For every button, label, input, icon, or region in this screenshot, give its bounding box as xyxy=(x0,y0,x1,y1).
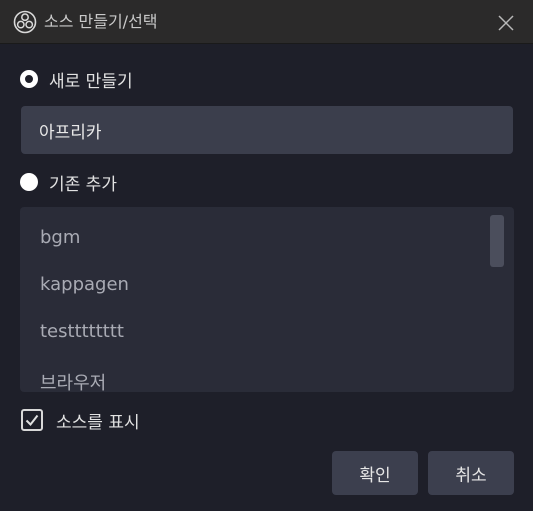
source-name-input[interactable] xyxy=(21,106,513,154)
list-item[interactable]: kappagen xyxy=(40,274,129,295)
visible-checkbox[interactable] xyxy=(21,409,43,431)
create-select-source-dialog: 소스 만들기/선택 새로 만들기 기존 추가 bgm kappagen test… xyxy=(0,0,533,511)
add-existing-label: 기존 추가 xyxy=(49,174,117,195)
list-item[interactable]: bgm xyxy=(40,227,80,248)
obs-logo-icon xyxy=(13,10,37,34)
add-existing-radio[interactable] xyxy=(20,173,38,191)
checkmark-icon xyxy=(25,414,39,427)
add-existing-option[interactable]: 기존 추가 xyxy=(20,170,117,195)
create-new-option[interactable]: 새로 만들기 xyxy=(20,67,133,92)
ok-button[interactable]: 확인 xyxy=(332,451,418,495)
list-scrollbar[interactable] xyxy=(490,215,504,267)
create-new-label: 새로 만들기 xyxy=(49,71,133,92)
visible-label: 소스를 표시 xyxy=(56,412,140,433)
close-icon[interactable] xyxy=(494,11,518,35)
window-title: 소스 만들기/선택 xyxy=(44,12,158,31)
visible-option[interactable]: 소스를 표시 xyxy=(21,407,140,433)
create-new-radio[interactable] xyxy=(20,70,38,88)
list-item[interactable]: testttttttt xyxy=(40,321,124,342)
existing-sources-list[interactable]: bgm kappagen testttttttt 브라우저 xyxy=(20,207,514,392)
cancel-button[interactable]: 취소 xyxy=(428,451,514,495)
list-item[interactable]: 브라우저 xyxy=(40,369,106,392)
title-bar: 소스 만들기/선택 xyxy=(0,0,533,44)
